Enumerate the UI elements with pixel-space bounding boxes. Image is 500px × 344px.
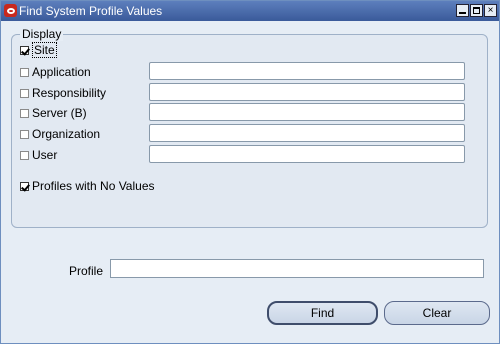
minimize-icon[interactable] [456, 4, 469, 17]
profiles-no-values-label: Profiles with No Values [32, 179, 155, 193]
find-button[interactable]: Find [267, 301, 378, 325]
application-checkbox[interactable] [20, 67, 29, 77]
profile-input[interactable] [110, 259, 484, 278]
site-label: Site [32, 42, 57, 58]
maximize-icon[interactable] [470, 4, 483, 17]
profiles-no-values-checkbox[interactable] [20, 181, 29, 191]
clear-button[interactable]: Clear [384, 301, 490, 325]
application-field[interactable] [149, 62, 465, 80]
application-label: Application [32, 65, 91, 79]
responsibility-field[interactable] [149, 83, 465, 101]
organization-checkbox[interactable] [20, 129, 29, 139]
find-system-profile-values-window: Find System Profile Values × Display Sit… [0, 0, 500, 344]
server-checkbox[interactable] [20, 108, 29, 118]
site-option[interactable]: Site [20, 42, 57, 58]
responsibility-checkbox[interactable] [20, 88, 29, 98]
user-option[interactable]: User [20, 148, 57, 162]
user-field[interactable] [149, 145, 465, 163]
organization-field[interactable] [149, 124, 465, 142]
profile-label: Profile [69, 264, 104, 278]
display-group-title: Display [20, 27, 64, 41]
application-option[interactable]: Application [20, 65, 91, 79]
title-bar[interactable]: Find System Profile Values × [1, 1, 499, 21]
responsibility-option[interactable]: Responsibility [20, 86, 106, 100]
oracle-app-icon [4, 4, 17, 17]
responsibility-label: Responsibility [32, 86, 107, 100]
window-title: Find System Profile Values [19, 4, 163, 18]
organization-option[interactable]: Organization [20, 127, 100, 141]
close-icon[interactable]: × [484, 4, 497, 17]
server-option[interactable]: Server (B) [20, 106, 87, 120]
server-label: Server (B) [32, 106, 87, 120]
user-label: User [32, 148, 58, 162]
user-checkbox[interactable] [20, 150, 29, 160]
profiles-no-values-option[interactable]: Profiles with No Values [20, 179, 155, 193]
site-checkbox[interactable] [20, 45, 29, 55]
organization-label: Organization [32, 127, 101, 141]
server-field[interactable] [149, 103, 465, 121]
